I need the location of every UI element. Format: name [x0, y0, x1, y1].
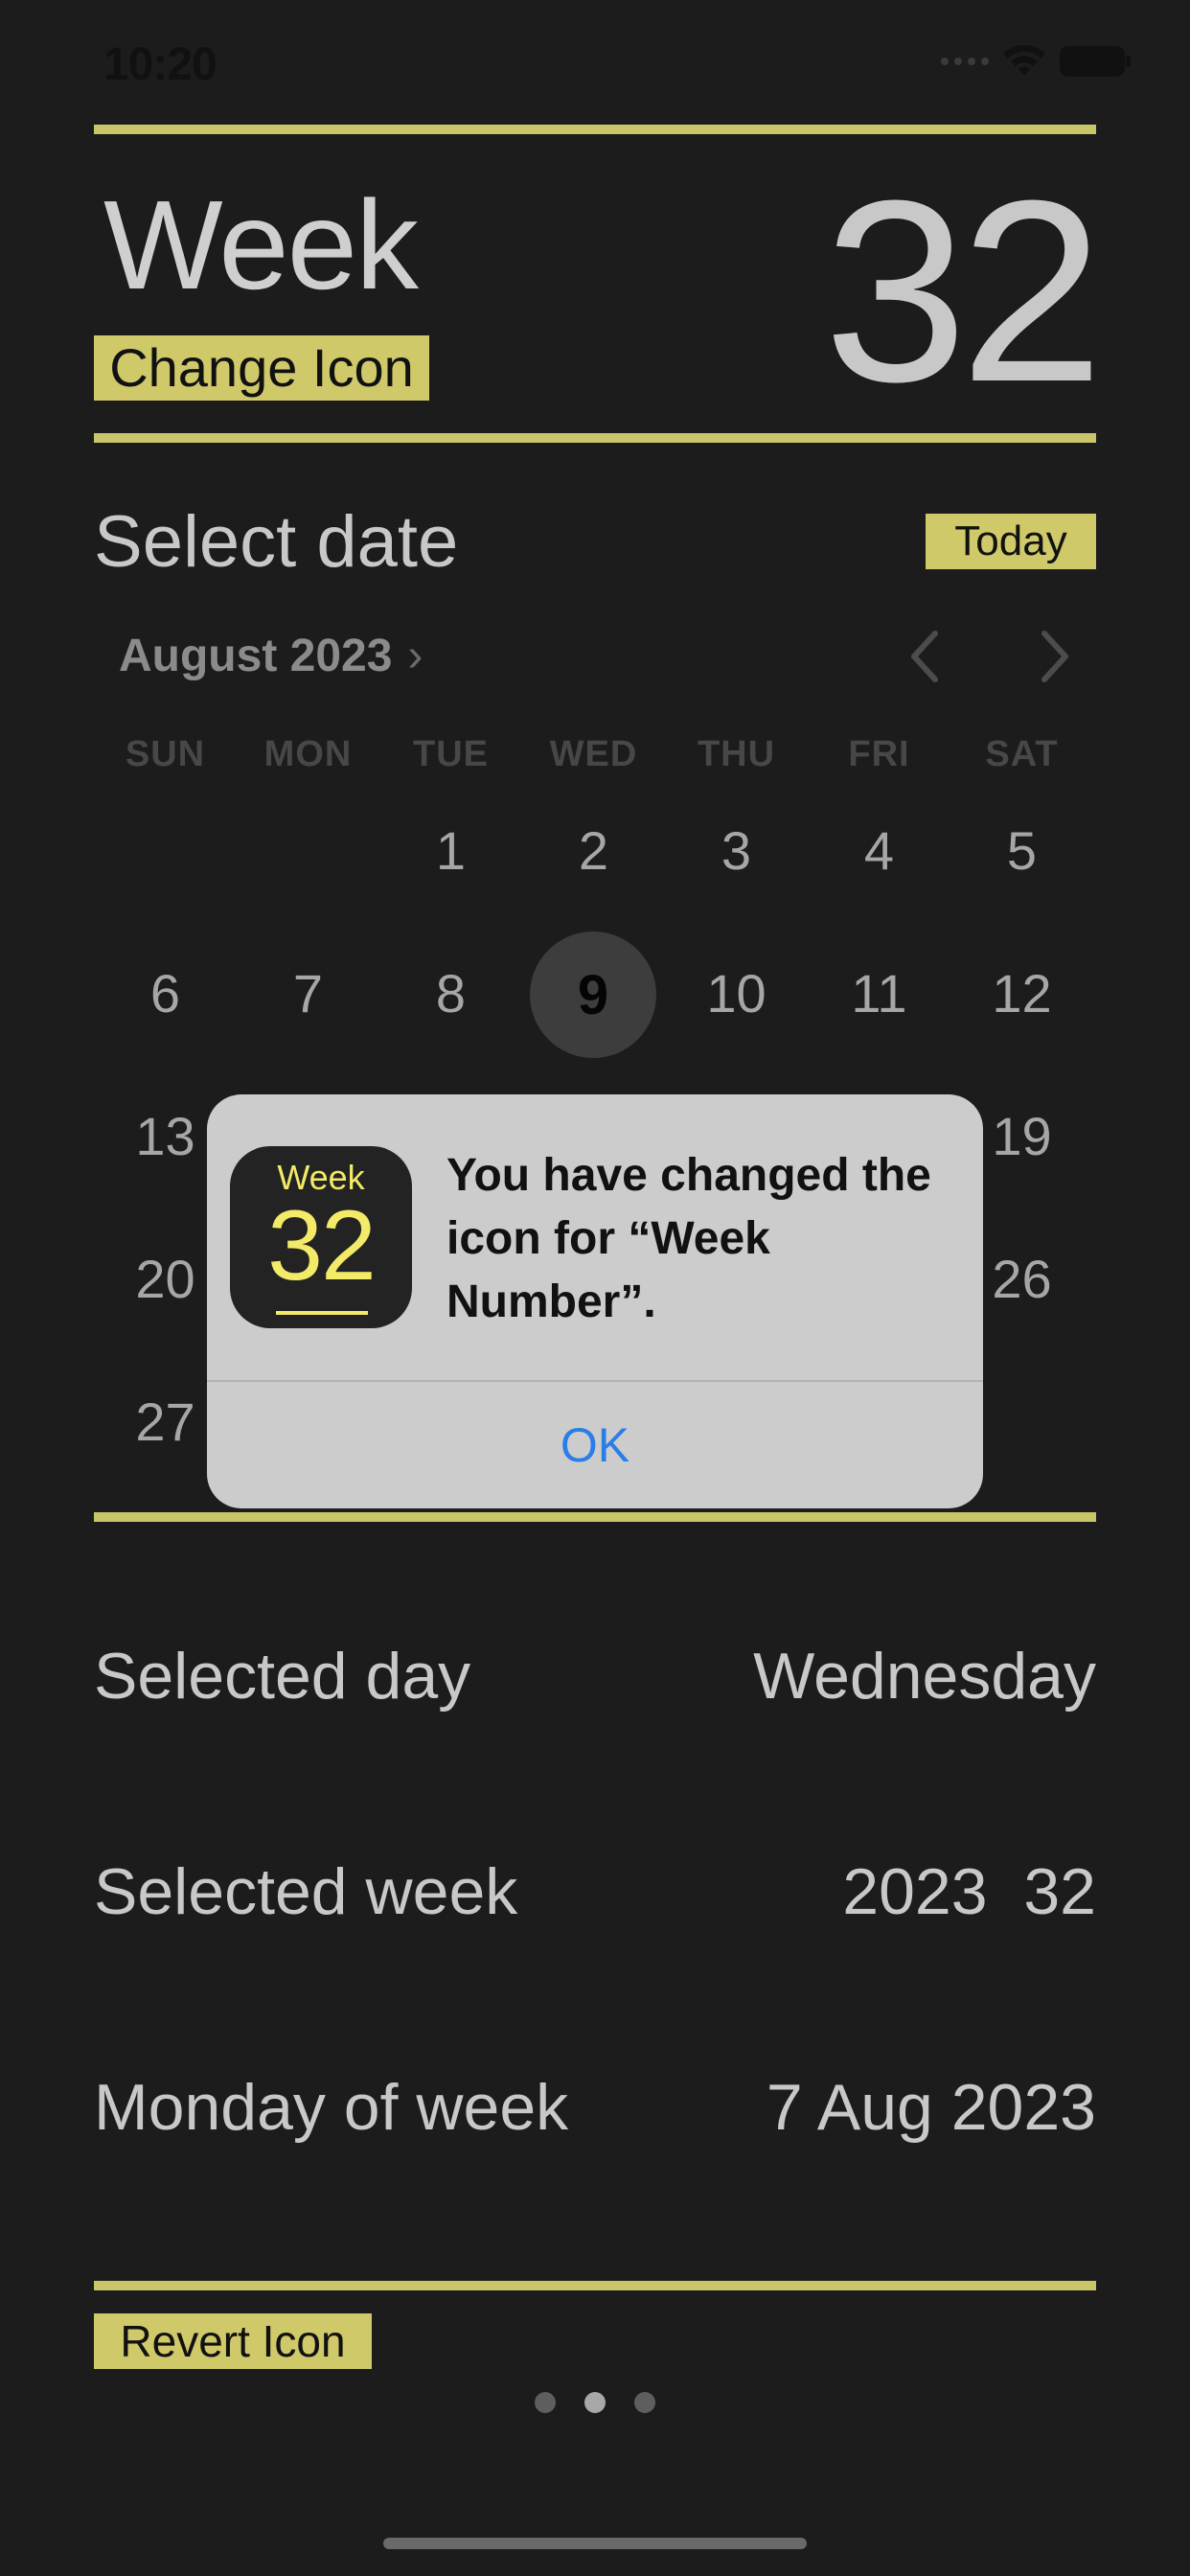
divider [94, 125, 1096, 134]
alert-message: You have changed the icon for “Week Numb… [446, 1150, 931, 1327]
app-icon-week-number: 32 [267, 1190, 377, 1301]
page-dot-active[interactable] [584, 2392, 606, 2413]
selected-calendar-day[interactable]: 9 [530, 932, 656, 1058]
monday-of-week-label: Monday of week [94, 2071, 569, 2144]
selected-day-value: Wednesday [753, 1640, 1096, 1713]
wifi-icon [1003, 45, 1045, 76]
selected-week-value: 2023 32 [842, 1855, 1096, 1928]
calendar-day[interactable]: 2 [522, 794, 665, 908]
weekday-header: SUN [125, 734, 206, 774]
chevron-left-icon [911, 631, 938, 682]
selected-week-label: Selected week [94, 1855, 518, 1928]
next-month-button[interactable] [1025, 623, 1083, 690]
previous-month-button[interactable] [897, 623, 954, 690]
monday-of-week-value: 7 Aug 2023 [766, 2071, 1096, 2144]
calendar-day[interactable]: 11 [808, 936, 950, 1051]
status-icons [941, 42, 1133, 80]
page-indicator[interactable] [0, 2392, 1190, 2413]
page-dot[interactable] [634, 2392, 655, 2413]
calendar-day[interactable]: 6 [94, 936, 237, 1051]
select-date-heading: Select date [94, 501, 459, 583]
calendar-day[interactable]: 10 [665, 936, 808, 1051]
calendar-day[interactable]: 8 [379, 936, 522, 1051]
selected-day-label: Selected day [94, 1640, 471, 1713]
status-time: 10:20 [103, 39, 217, 90]
calendar-day[interactable]: 12 [950, 936, 1093, 1051]
home-indicator[interactable] [383, 2538, 807, 2549]
divider [94, 433, 1096, 443]
month-selector[interactable]: August 2023 › [119, 630, 423, 682]
cellular-icon [941, 58, 989, 65]
chevron-right-icon [1041, 631, 1068, 682]
alert-ok-button[interactable]: OK [207, 1382, 983, 1508]
battery-icon [1060, 46, 1131, 77]
weekday-header: FRI [848, 734, 910, 774]
today-button[interactable]: Today [926, 514, 1096, 569]
change-icon-button[interactable]: Change Icon [94, 335, 429, 401]
page-title: Week [103, 174, 419, 315]
app-icon-underline [276, 1311, 368, 1315]
current-week-number: 32 [823, 148, 1104, 436]
chevron-right-icon: › [407, 631, 423, 681]
calendar-day[interactable]: 7 [237, 936, 379, 1051]
revert-icon-button[interactable]: Revert Icon [94, 2313, 372, 2369]
calendar-day[interactable]: 4 [808, 794, 950, 908]
calendar-day[interactable]: 3 [665, 794, 808, 908]
weekday-header: TUE [413, 734, 489, 774]
icon-changed-alert: Week 32 You have changed the icon for “W… [207, 1094, 983, 1508]
weekday-header: THU [697, 734, 776, 774]
weekday-header: WED [549, 734, 638, 774]
calendar-day[interactable]: 5 [950, 794, 1093, 908]
weekday-header: SAT [985, 734, 1059, 774]
month-label: August 2023 [119, 631, 393, 681]
divider [94, 2281, 1096, 2290]
calendar-day[interactable]: 1 [379, 794, 522, 908]
page-dot[interactable] [535, 2392, 556, 2413]
divider [94, 1512, 1096, 1522]
weekday-header: MON [263, 734, 353, 774]
app-icon-preview: Week 32 [230, 1146, 412, 1328]
